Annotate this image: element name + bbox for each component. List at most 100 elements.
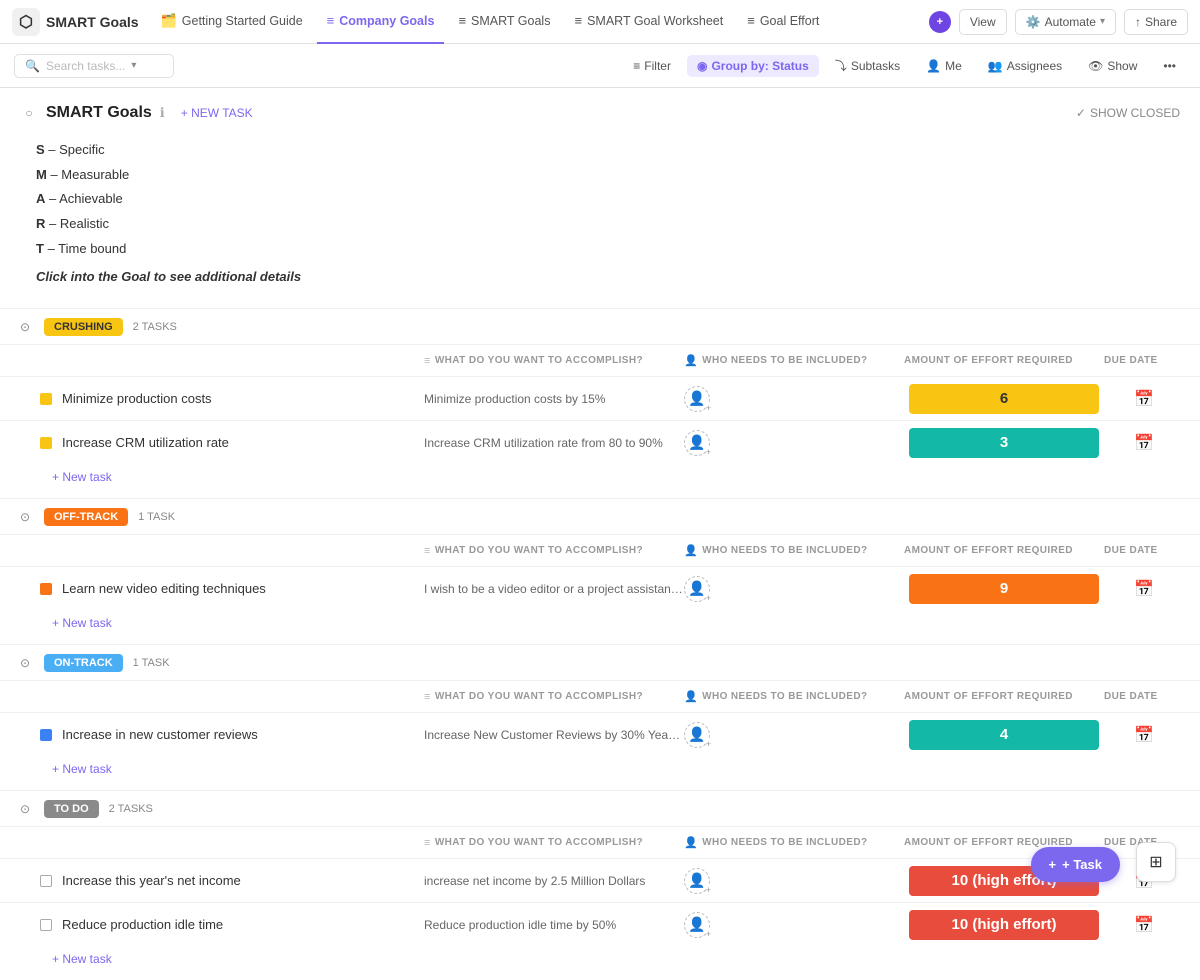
who-avatar[interactable]: 👤 +	[684, 576, 710, 602]
off-track-collapse-button[interactable]: ⊙	[16, 508, 34, 526]
goal-effort-icon: ≡	[747, 13, 755, 28]
view-button[interactable]: View	[959, 9, 1007, 35]
smart-goals-icon: ≡	[458, 13, 466, 28]
calendar-icon: 📅	[1134, 915, 1154, 935]
col-who-header: 👤 WHO NEEDS TO BE INCLUDED?	[684, 690, 904, 703]
tab-getting-started-label: Getting Started Guide	[182, 14, 303, 28]
calendar-icon: 📅	[1134, 433, 1154, 453]
smart-item-t: T – Time bound	[36, 237, 1164, 262]
col-effort-header: AMOUNT OF EFFORT REQUIRED	[904, 545, 1104, 556]
task-due[interactable]: 📅	[1104, 433, 1184, 453]
task-row[interactable]: Learn new video editing techniques I wis…	[0, 566, 1200, 610]
group-by-button[interactable]: ◉ Group by: Status	[687, 55, 819, 77]
task-due[interactable]: 📅	[1104, 389, 1184, 409]
crushing-col-headers: ≡ WHAT DO YOU WANT TO ACCOMPLISH? 👤 WHO …	[0, 344, 1200, 376]
subtasks-icon: ⤵	[835, 57, 847, 74]
task-who: 👤 +	[684, 722, 904, 748]
list-info-icon[interactable]: ℹ	[160, 105, 165, 121]
col-due-header: DUE DATE	[1104, 545, 1184, 556]
task-due[interactable]: 📅	[1104, 725, 1184, 745]
col-effort-header: AMOUNT OF EFFORT REQUIRED	[904, 691, 1104, 702]
smart-goal-worksheet-icon: ≡	[574, 13, 582, 28]
who-avatar[interactable]: 👤 +	[684, 386, 710, 412]
nav-circle-icon[interactable]: +	[929, 11, 951, 33]
automate-label: Automate	[1045, 15, 1096, 29]
task-row[interactable]: Increase in new customer reviews Increas…	[0, 712, 1200, 756]
task-due[interactable]: 📅	[1104, 579, 1184, 599]
app-logo[interactable]: ⬡ SMART Goals	[12, 8, 139, 36]
task-row[interactable]: Increase CRM utilization rate Increase C…	[0, 420, 1200, 464]
task-name: Increase CRM utilization rate	[62, 435, 424, 450]
col-who-header: 👤 WHO NEEDS TO BE INCLUDED?	[684, 544, 904, 557]
show-closed-button[interactable]: ✓ SHOW CLOSED	[1076, 106, 1180, 120]
show-button[interactable]: 👁 Show	[1078, 55, 1147, 77]
task-row[interactable]: Minimize production costs Minimize produ…	[0, 376, 1200, 420]
who-avatar[interactable]: 👤 +	[684, 430, 710, 456]
assignees-icon: 👥	[988, 59, 1003, 73]
effort-badge: 9	[909, 574, 1099, 604]
crushing-collapse-button[interactable]: ⊙	[16, 318, 34, 336]
new-task-button[interactable]: + NEW TASK	[173, 104, 261, 122]
task-accomplish: Reduce production idle time by 50%	[424, 918, 684, 932]
list-collapse-button[interactable]: ○	[20, 104, 38, 122]
add-task-crushing[interactable]: + New task	[0, 464, 1200, 490]
col-effort-header: AMOUNT OF EFFORT REQUIRED	[904, 355, 1104, 366]
more-icon: •••	[1163, 59, 1176, 73]
tab-goal-effort[interactable]: ≡ Goal Effort	[737, 0, 829, 44]
task-effort: 10 (high effort)	[904, 910, 1104, 940]
effort-badge: 10 (high effort)	[909, 910, 1099, 940]
share-label: Share	[1145, 15, 1177, 29]
automate-button[interactable]: ⚙️ Automate ▾	[1015, 9, 1116, 35]
effort-badge: 4	[909, 720, 1099, 750]
task-status-dot	[40, 583, 52, 595]
add-task-fab[interactable]: + + Task	[1031, 847, 1120, 882]
me-button[interactable]: 👤 Me	[916, 55, 972, 77]
add-task-todo[interactable]: + New task	[0, 946, 1200, 972]
tab-company-goals-label: Company Goals	[339, 14, 434, 28]
list-header: ○ SMART Goals ℹ + NEW TASK ✓ SHOW CLOSED	[0, 88, 1200, 130]
on-track-col-headers: ≡ WHAT DO YOU WANT TO ACCOMPLISH? 👤 WHO …	[0, 680, 1200, 712]
task-row[interactable]: Increase this year's net income increase…	[0, 858, 1200, 902]
group-off-track-header: ⊙ OFF-TRACK 1 TASK	[0, 498, 1200, 534]
who-avatar[interactable]: 👤 +	[684, 912, 710, 938]
more-options-button[interactable]: •••	[1153, 55, 1186, 77]
share-button[interactable]: ↑ Share	[1124, 9, 1188, 35]
col-due-header: DUE DATE	[1104, 691, 1184, 702]
who-avatar[interactable]: 👤 +	[684, 868, 710, 894]
group-by-label: Group by: Status	[711, 59, 808, 73]
col-accomplish-header: ≡ WHAT DO YOU WANT TO ACCOMPLISH?	[424, 837, 684, 849]
filter-button[interactable]: ≡ Filter	[623, 55, 681, 77]
add-task-off-track[interactable]: + New task	[0, 610, 1200, 636]
task-status-dot	[40, 393, 52, 405]
effort-badge: 3	[909, 428, 1099, 458]
tab-smart-goal-worksheet[interactable]: ≡ SMART Goal Worksheet	[564, 0, 733, 44]
grid-view-button[interactable]: ⊞	[1136, 842, 1176, 882]
todo-collapse-button[interactable]: ⊙	[16, 800, 34, 818]
who-avatar[interactable]: 👤 +	[684, 722, 710, 748]
assignees-button[interactable]: 👥 Assignees	[978, 55, 1072, 77]
show-label: Show	[1107, 59, 1137, 73]
group-todo-header: ⊙ TO DO 2 TASKS	[0, 790, 1200, 826]
automate-icon: ⚙️	[1026, 15, 1041, 29]
show-icon: 👁	[1088, 59, 1103, 73]
subtasks-button[interactable]: ⤵ Subtasks	[825, 53, 910, 78]
task-due[interactable]: 📅	[1104, 915, 1184, 935]
search-box[interactable]: 🔍 Search tasks... ▾	[14, 54, 174, 78]
task-row[interactable]: Reduce production idle time Reduce produ…	[0, 902, 1200, 946]
add-task-on-track[interactable]: + New task	[0, 756, 1200, 782]
search-input[interactable]: Search tasks...	[46, 59, 125, 73]
search-icon: 🔍	[25, 59, 40, 73]
off-track-badge: OFF-TRACK	[44, 508, 128, 526]
off-track-col-headers: ≡ WHAT DO YOU WANT TO ACCOMPLISH? 👤 WHO …	[0, 534, 1200, 566]
effort-badge: 6	[909, 384, 1099, 414]
tab-company-goals[interactable]: ≡ Company Goals	[317, 0, 445, 44]
tab-smart-goal-worksheet-label: SMART Goal Worksheet	[587, 14, 723, 28]
tab-smart-goals[interactable]: ≡ SMART Goals	[448, 0, 560, 44]
on-track-collapse-button[interactable]: ⊙	[16, 654, 34, 672]
task-effort: 6	[904, 384, 1104, 414]
tab-getting-started[interactable]: 🗂️ Getting Started Guide	[151, 0, 313, 44]
list-title: SMART Goals	[46, 104, 152, 122]
task-who: 👤 +	[684, 386, 904, 412]
show-closed-label: SHOW CLOSED	[1090, 106, 1180, 120]
task-name: Increase in new customer reviews	[62, 727, 424, 742]
